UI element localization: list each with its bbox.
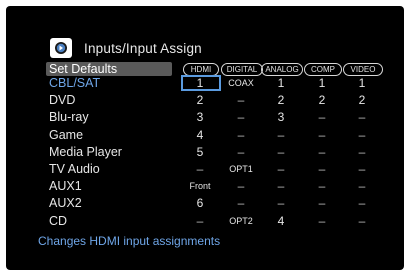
row-label-tv-audio[interactable]: TV Audio xyxy=(49,162,100,176)
assign-cell-digital[interactable]: OPT2 xyxy=(222,216,260,226)
input-assign-icon xyxy=(50,38,72,58)
assign-cell-analog[interactable]: 3 xyxy=(262,110,300,124)
assign-cell-video[interactable]: – xyxy=(343,145,381,159)
assign-cell-analog[interactable]: – xyxy=(262,145,300,159)
assign-cell-video[interactable]: 2 xyxy=(343,93,381,107)
assign-cell-hdmi[interactable]: 4 xyxy=(181,128,219,142)
screen: Inputs/Input Assign Set Defaults HDMI DIG… xyxy=(6,6,404,270)
row-label-aux1[interactable]: AUX1 xyxy=(49,179,82,193)
assign-cell-comp[interactable]: – xyxy=(303,196,341,210)
assign-cell-digital[interactable]: – xyxy=(222,196,260,210)
assign-cell-digital[interactable]: – xyxy=(222,128,260,142)
assign-cell-comp[interactable]: 2 xyxy=(303,93,341,107)
assign-cell-hdmi[interactable]: 3 xyxy=(181,110,219,124)
row-label-cd[interactable]: CD xyxy=(49,214,67,228)
set-defaults-button[interactable]: Set Defaults xyxy=(46,62,172,76)
row-label-media-player[interactable]: Media Player xyxy=(49,145,122,159)
column-header-analog: ANALOG xyxy=(261,63,303,76)
assign-cell-video[interactable]: – xyxy=(343,110,381,124)
assign-cell-digital[interactable]: – xyxy=(222,93,260,107)
assign-cell-video[interactable]: – xyxy=(343,196,381,210)
assign-cell-video[interactable]: 1 xyxy=(343,76,381,90)
assign-cell-digital[interactable]: – xyxy=(222,179,260,193)
assign-cell-analog[interactable]: – xyxy=(262,162,300,176)
row-label-aux2[interactable]: AUX2 xyxy=(49,196,82,210)
assign-cell-analog[interactable]: 1 xyxy=(262,76,300,90)
assign-cell-video[interactable]: – xyxy=(343,162,381,176)
assign-cell-analog[interactable]: 2 xyxy=(262,93,300,107)
assign-cell-analog[interactable]: – xyxy=(262,179,300,193)
assign-cell-hdmi[interactable]: – xyxy=(181,214,219,228)
assign-cell-comp[interactable]: – xyxy=(303,214,341,228)
assign-cell-video[interactable]: – xyxy=(343,179,381,193)
assign-cell-analog[interactable]: 4 xyxy=(262,214,300,228)
row-label-blu-ray[interactable]: Blu-ray xyxy=(49,110,89,124)
assign-cell-comp[interactable]: – xyxy=(303,162,341,176)
assign-cell-digital[interactable]: – xyxy=(222,145,260,159)
assign-cell-hdmi[interactable]: 6 xyxy=(181,196,219,210)
assign-cell-hdmi[interactable]: 5 xyxy=(181,145,219,159)
assign-cell-video[interactable]: – xyxy=(343,128,381,142)
assign-cell-analog[interactable]: – xyxy=(262,196,300,210)
row-label-game[interactable]: Game xyxy=(49,128,83,142)
column-header-comp: COMP xyxy=(304,63,342,76)
row-label-cbl-sat[interactable]: CBL/SAT xyxy=(49,76,100,90)
page-title: Inputs/Input Assign xyxy=(84,40,202,56)
assign-cell-digital[interactable]: COAX xyxy=(222,78,260,88)
assign-cell-comp[interactable]: – xyxy=(303,128,341,142)
help-text: Changes HDMI input assignments xyxy=(38,234,221,248)
title-row: Inputs/Input Assign xyxy=(50,36,202,60)
assign-cell-hdmi[interactable]: – xyxy=(181,162,219,176)
assign-cell-comp[interactable]: – xyxy=(303,110,341,124)
assign-cell-comp[interactable]: – xyxy=(303,145,341,159)
assign-cell-digital[interactable]: – xyxy=(222,110,260,124)
focus-cursor xyxy=(181,75,221,91)
assign-cell-comp[interactable]: 1 xyxy=(303,76,341,90)
assign-cell-hdmi[interactable]: 2 xyxy=(181,93,219,107)
column-header-video: VIDEO xyxy=(343,63,383,76)
assign-cell-hdmi[interactable]: Front xyxy=(181,181,219,191)
column-header-digital: DIGITAL xyxy=(221,63,263,76)
assign-cell-digital[interactable]: OPT1 xyxy=(222,164,260,174)
assign-cell-comp[interactable]: – xyxy=(303,179,341,193)
assign-cell-video[interactable]: – xyxy=(343,214,381,228)
row-label-dvd[interactable]: DVD xyxy=(49,93,75,107)
assign-cell-analog[interactable]: – xyxy=(262,128,300,142)
